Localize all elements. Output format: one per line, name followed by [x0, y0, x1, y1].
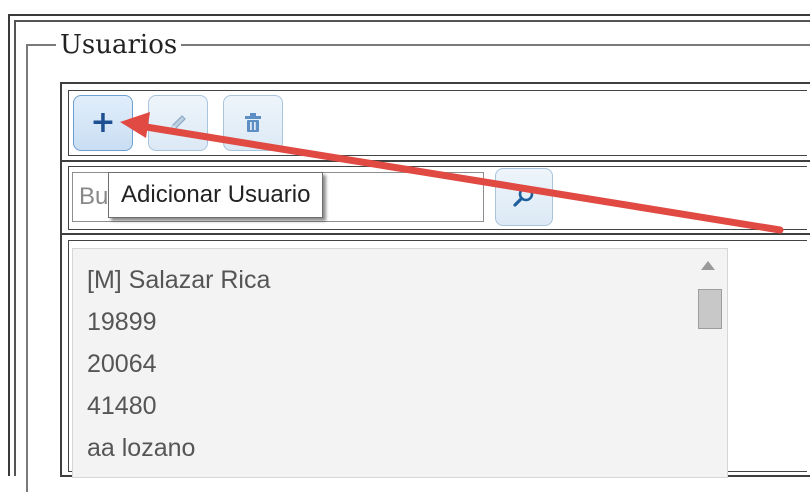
list-item[interactable]: 19899 — [87, 301, 727, 343]
edit-user-button[interactable] — [148, 95, 208, 151]
list-item[interactable]: 20064 — [87, 343, 727, 385]
search-button[interactable] — [495, 168, 553, 226]
add-user-tooltip: Adicionar Usuario — [108, 172, 324, 218]
delete-user-button[interactable] — [223, 95, 283, 151]
search-icon — [513, 186, 534, 207]
list-item[interactable]: aa lozano — [87, 427, 727, 469]
users-listbox[interactable]: [M] Salazar Rica 19899 20064 41480 aa lo… — [72, 248, 728, 478]
add-user-button[interactable]: + — [73, 95, 133, 151]
list-item[interactable]: [M] Salazar Rica — [87, 259, 727, 301]
pencil-icon — [169, 115, 186, 132]
list-item[interactable]: Alcaidía Alc... — [87, 469, 727, 477]
users-legend: Usuarios — [60, 30, 178, 60]
users-list: [M] Salazar Rica 19899 20064 41480 aa lo… — [73, 249, 727, 477]
scroll-thumb[interactable] — [698, 289, 722, 329]
list-item[interactable]: 41480 — [87, 385, 727, 427]
list-scrollbar[interactable] — [691, 249, 727, 477]
scroll-up-arrow-icon[interactable] — [701, 261, 715, 270]
trash-icon — [245, 113, 261, 132]
tooltip-text: Adicionar Usuario — [121, 181, 311, 208]
plus-icon: + — [90, 105, 116, 140]
